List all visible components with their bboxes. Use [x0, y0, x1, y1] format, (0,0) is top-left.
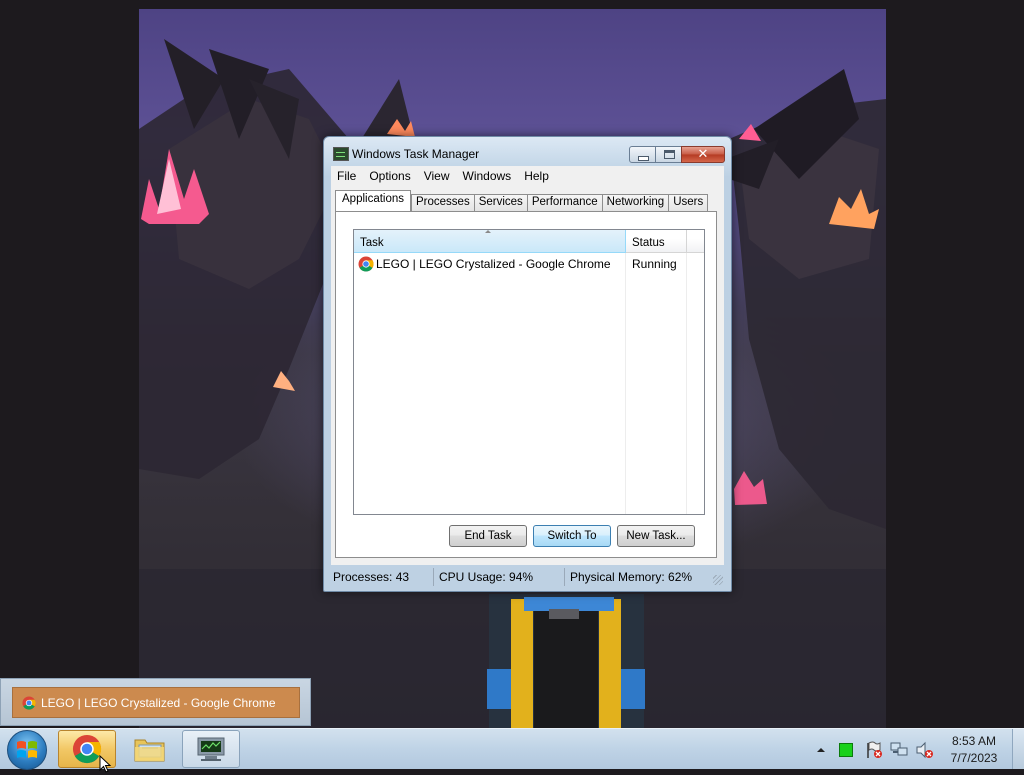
caption-buttons: ✕ [629, 146, 725, 163]
task-cell: LEGO | LEGO Crystalized - Google Chrome [354, 256, 626, 272]
network-icon[interactable] [890, 741, 910, 759]
task-status: Running [632, 257, 677, 271]
applications-list[interactable]: Task Status LEGO | LEGO Crystalized - Go… [353, 229, 705, 515]
resize-grip[interactable] [713, 575, 723, 585]
menu-view[interactable]: View [418, 169, 457, 183]
task-manager-icon [333, 147, 349, 161]
window-client-area: Applications Processes Services Performa… [331, 185, 724, 565]
volume-muted-icon[interactable] [915, 741, 935, 759]
thumbnail-title-text: LEGO | LEGO Crystalized - Google Chrome [41, 695, 276, 710]
applications-panel: Task Status LEGO | LEGO Crystalized - Go… [335, 211, 717, 558]
minimize-icon [638, 156, 649, 161]
menu-file[interactable]: File [331, 169, 363, 183]
mouse-cursor-icon [99, 755, 112, 773]
tab-users[interactable]: Users [668, 194, 709, 211]
action-center-flag-icon[interactable] [865, 741, 883, 759]
menu-bar: File Options View Windows Help [331, 166, 724, 185]
new-task-button[interactable]: New Task... [617, 525, 695, 547]
tab-strip: Applications Processes Services Performa… [335, 190, 709, 211]
tab-applications[interactable]: Applications [335, 190, 412, 211]
system-clock[interactable]: 8:53 AM 7/7/2023 [945, 733, 1003, 767]
close-button[interactable]: ✕ [681, 146, 725, 163]
tab-networking[interactable]: Networking [601, 194, 670, 211]
table-row[interactable]: LEGO | LEGO Crystalized - Google Chrome … [354, 253, 704, 275]
chrome-icon [22, 695, 36, 710]
task-manager-icon [197, 737, 225, 761]
window-title-bar[interactable]: Windows Task Manager ✕ [324, 137, 731, 167]
taskbar-task-manager-button[interactable] [182, 730, 240, 768]
column-header-task[interactable]: Task [354, 230, 626, 253]
chrome-icon [358, 256, 374, 272]
maximize-button[interactable] [655, 146, 682, 163]
clock-date: 7/7/2023 [950, 751, 998, 765]
taskbar: 8:53 AM 7/7/2023 [0, 728, 1024, 773]
chrome-icon [72, 734, 102, 764]
status-physical-memory: Physical Memory: 62% [570, 570, 693, 584]
menu-windows[interactable]: Windows [457, 169, 519, 183]
taskbar-thumbnail-preview[interactable]: LEGO | LEGO Crystalized - Google Chrome [0, 678, 311, 726]
list-header: Task Status [354, 230, 704, 253]
tab-performance[interactable]: Performance [526, 194, 603, 211]
show-desktop-button[interactable] [1012, 729, 1024, 769]
tab-services[interactable]: Services [473, 194, 528, 211]
end-task-button[interactable]: End Task [449, 525, 527, 547]
task-manager-window[interactable]: Windows Task Manager ✕ File Options View… [323, 136, 732, 592]
show-hidden-icons-arrow[interactable] [816, 746, 826, 754]
window-title: Windows Task Manager [352, 147, 480, 161]
menu-help[interactable]: Help [518, 169, 556, 183]
close-icon: ✕ [697, 146, 709, 161]
task-name: LEGO | LEGO Crystalized - Google Chrome [376, 257, 611, 271]
column-header-status-label: Status [632, 237, 665, 249]
column-header-task-label: Task [360, 237, 384, 249]
menu-options[interactable]: Options [363, 169, 417, 183]
taskbar-explorer-button[interactable] [121, 730, 179, 768]
status-bar: Processes: 43 CPU Usage: 94% Physical Me… [331, 567, 724, 587]
start-button[interactable] [7, 730, 47, 770]
column-header-filler [687, 230, 704, 253]
column-separator [686, 253, 687, 514]
thumbnail-window-title[interactable]: LEGO | LEGO Crystalized - Google Chrome [12, 687, 300, 718]
column-header-status[interactable]: Status [626, 230, 687, 253]
folder-icon [134, 739, 165, 762]
status-processes: Processes: 43 [331, 568, 434, 586]
minimize-button[interactable] [629, 146, 656, 163]
column-separator [625, 253, 626, 514]
windows-logo-icon [17, 741, 37, 758]
sort-ascending-icon [485, 230, 491, 233]
switch-to-button[interactable]: Switch To [533, 525, 611, 547]
maximize-icon [664, 150, 675, 159]
clock-time: 8:53 AM [951, 734, 997, 748]
green-square-icon[interactable] [839, 743, 853, 757]
taskbar-chrome-button[interactable] [58, 730, 116, 773]
status-cpu-usage: CPU Usage: 94% [434, 568, 565, 586]
tab-processes[interactable]: Processes [411, 194, 475, 211]
